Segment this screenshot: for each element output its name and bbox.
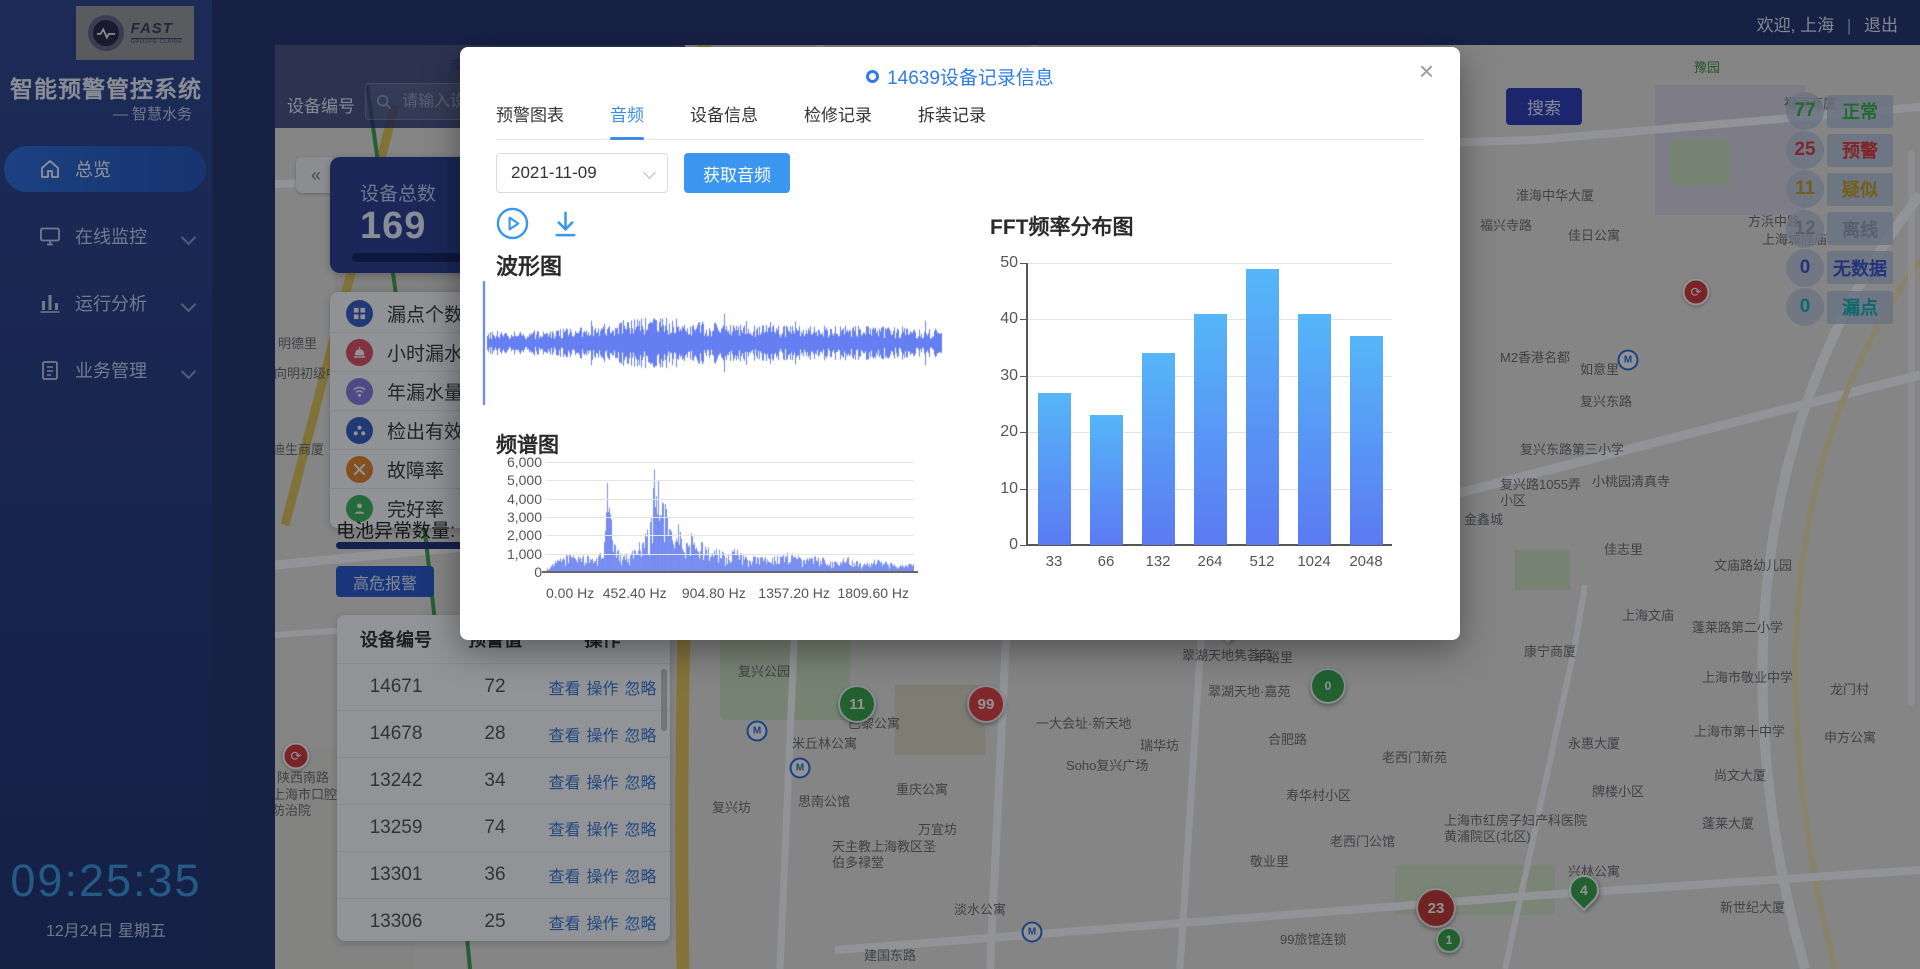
- spectrum-chart: 6,000 5,000 4,000 3,000 2,000 1,000 00.00 Hz 45…: [494, 457, 932, 615]
- tab-检修记录[interactable]: 检修记录: [804, 101, 872, 126]
- spectrum-y-tick-label: 2,000: [496, 527, 542, 543]
- fft-axis-tick: [1020, 376, 1028, 377]
- fft-bar: [1298, 314, 1331, 545]
- fft-x-tick-label: 132: [1145, 553, 1170, 570]
- fft-x-tick-label: 264: [1197, 553, 1222, 570]
- spectrum-gridline: [546, 554, 914, 555]
- fft-x-tick-label: 1024: [1297, 553, 1330, 570]
- tab-设备信息[interactable]: 设备信息: [690, 101, 758, 126]
- fft-chart-title: FFT频率分布图: [990, 211, 1133, 241]
- modal-title: 14639设备记录信息: [460, 63, 1460, 90]
- fft-bar: [1350, 336, 1383, 545]
- spectrum-x-tick-label: 904.80 Hz: [682, 585, 746, 601]
- record-ring-icon: [866, 70, 879, 83]
- spectrum-y-tick-label: 3,000: [496, 509, 542, 525]
- fft-gridline: [1028, 263, 1392, 264]
- spectrum-gridline: [546, 535, 914, 536]
- fft-y-tick-label: 20: [984, 423, 1018, 441]
- spectrum-gridline: [546, 499, 914, 500]
- fft-y-tick-label: 0: [984, 536, 1018, 554]
- play-icon[interactable]: [496, 207, 529, 240]
- fft-y-tick-label: 40: [984, 310, 1018, 328]
- spectrum-x-tick-label: 452.40 Hz: [603, 585, 667, 601]
- fft-bar: [1194, 314, 1227, 545]
- download-icon[interactable]: [549, 207, 582, 240]
- fft-axis-tick: [1020, 432, 1028, 433]
- tab-预警图表[interactable]: 预警图表: [496, 101, 564, 126]
- fft-bar: [1038, 393, 1071, 545]
- fft-axis-tick: [1020, 489, 1028, 490]
- fft-y-tick-label: 50: [984, 254, 1018, 272]
- spectrum-plot-area: [546, 462, 914, 572]
- fetch-audio-button[interactable]: 获取音频: [684, 153, 790, 193]
- tab-拆装记录[interactable]: 拆装记录: [918, 101, 986, 126]
- waveform-chart: [482, 279, 944, 407]
- spectrum-y-tick-label: 1,000: [496, 546, 542, 562]
- fft-x-tick-label: 66: [1098, 553, 1115, 570]
- spectrum-y-tick-label: 0: [496, 564, 542, 580]
- spectrum-gridline: [546, 480, 914, 481]
- spectrum-y-tick-label: 5,000: [496, 472, 542, 488]
- spectrum-y-tick-label: 6,000: [496, 454, 542, 470]
- modal-title-text: 14639设备记录信息: [887, 63, 1054, 90]
- tab-音频[interactable]: 音频: [610, 101, 644, 126]
- spectrum-x-axis: [542, 571, 918, 573]
- date-select-value: 2021-11-09: [511, 163, 597, 183]
- waveform-chart-title: 波形图: [496, 249, 562, 281]
- fft-bar: [1246, 269, 1279, 545]
- date-select[interactable]: 2021-11-09: [496, 153, 668, 193]
- spectrum-x-tick-label: 0.00 Hz: [546, 585, 594, 601]
- spectrum-x-tick-label: 1357.20 Hz: [758, 585, 830, 601]
- fft-axis-tick: [1020, 545, 1028, 546]
- fft-x-tick-label: 512: [1249, 553, 1274, 570]
- spectrum-x-tick-label: 1809.60 Hz: [837, 585, 909, 601]
- device-record-modal: 14639设备记录信息 × 预警图表 音频 设备信息 检修记录 拆装记录 2021-11…: [460, 47, 1460, 640]
- fft-bar: [1090, 415, 1123, 545]
- fft-y-tick-label: 10: [984, 480, 1018, 498]
- audio-controls: [496, 207, 582, 240]
- spectrum-gridline: [546, 462, 914, 463]
- chevron-down-icon: [643, 166, 656, 179]
- fft-bar-chart: 01020304050336613226451210242048: [1026, 263, 1392, 545]
- fft-y-tick-label: 30: [984, 367, 1018, 385]
- fft-axis-tick: [1020, 263, 1028, 264]
- fft-bar: [1142, 353, 1175, 545]
- spectrum-y-tick-label: 4,000: [496, 491, 542, 507]
- fft-axis-tick: [1020, 319, 1028, 320]
- spectrum-gridline: [546, 517, 914, 518]
- close-icon[interactable]: ×: [1413, 57, 1440, 85]
- waveform-canvas: [482, 279, 944, 407]
- fft-x-tick-label: 33: [1046, 553, 1063, 570]
- modal-tabs: 预警图表 音频 设备信息 检修记录 拆装记录: [496, 101, 1424, 140]
- fft-x-tick-label: 2048: [1349, 553, 1382, 570]
